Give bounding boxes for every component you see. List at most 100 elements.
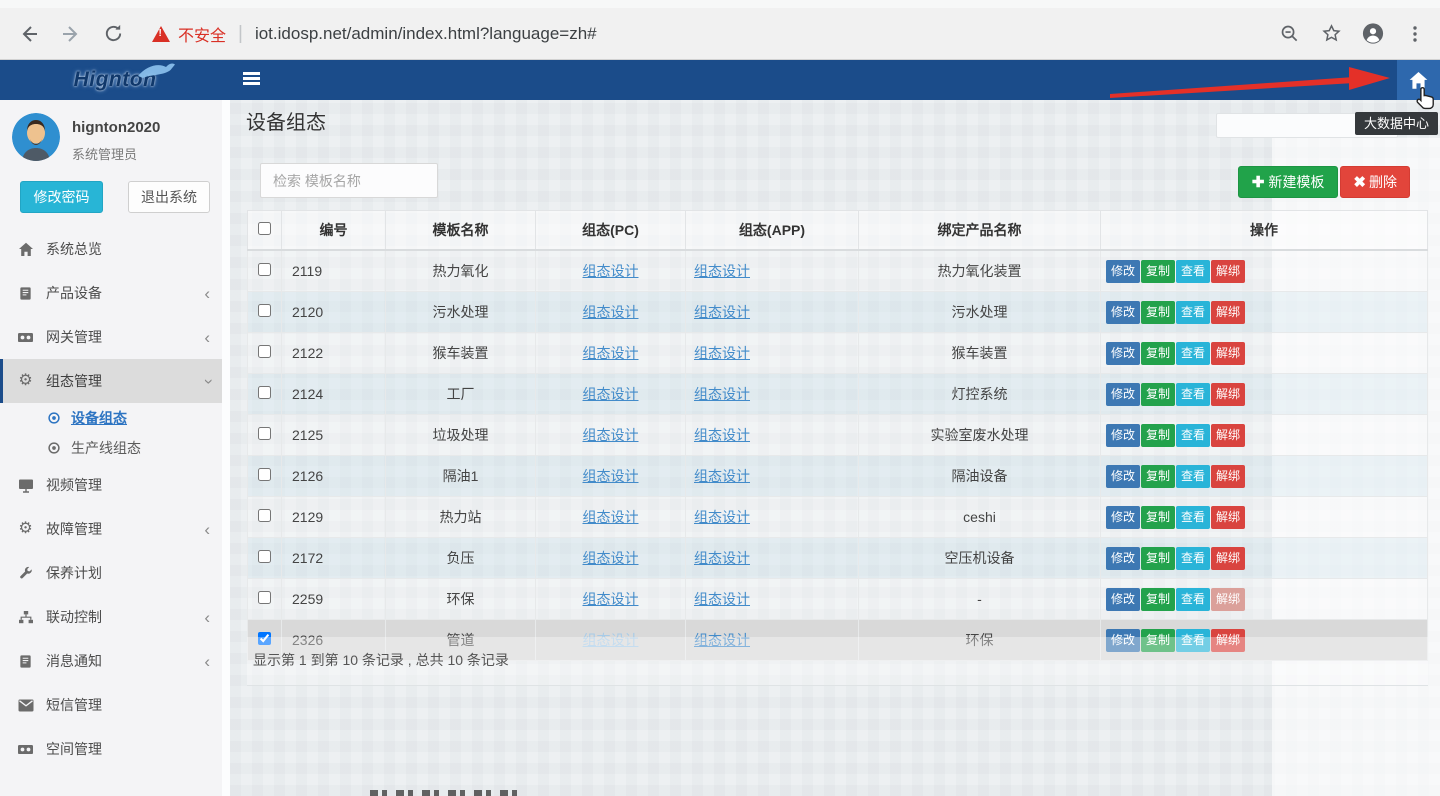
app-config-link[interactable]: 组态设计 xyxy=(694,345,750,361)
zoom-out-icon[interactable] xyxy=(1278,23,1300,45)
pc-config-link[interactable]: 组态设计 xyxy=(583,345,639,361)
app-config-link[interactable]: 组态设计 xyxy=(694,427,750,443)
view-button[interactable]: 查看 xyxy=(1176,342,1210,365)
pagination-info: 显示第 1 到第 10 条记录 , 总共 10 条记录 xyxy=(247,637,1428,686)
row-checkbox[interactable] xyxy=(258,345,271,358)
row-checkbox[interactable] xyxy=(258,509,271,522)
app-config-link[interactable]: 组态设计 xyxy=(694,468,750,484)
copy-button[interactable]: 复制 xyxy=(1141,301,1175,324)
pc-config-link[interactable]: 组态设计 xyxy=(583,304,639,320)
sidebar-item-overview[interactable]: 系统总览 xyxy=(0,227,230,271)
pc-config-link[interactable]: 组态设计 xyxy=(583,509,639,525)
view-button[interactable]: 查看 xyxy=(1176,260,1210,283)
modify-button[interactable]: 修改 xyxy=(1106,260,1140,283)
sidebar-toggle-button[interactable] xyxy=(243,72,260,86)
menu-kebab-icon[interactable] xyxy=(1404,23,1426,45)
modify-button[interactable]: 修改 xyxy=(1106,588,1140,611)
row-checkbox[interactable] xyxy=(258,468,271,481)
unbind-button[interactable]: 解绑 xyxy=(1211,547,1245,570)
cogs-icon: ⚙ xyxy=(17,521,34,538)
row-checkbox[interactable] xyxy=(258,386,271,399)
sidebar-item-products[interactable]: 产品设备‹ xyxy=(0,271,230,315)
modify-button[interactable]: 修改 xyxy=(1106,342,1140,365)
app-config-link[interactable]: 组态设计 xyxy=(694,386,750,402)
select-all-checkbox[interactable] xyxy=(258,222,271,235)
view-button[interactable]: 查看 xyxy=(1176,301,1210,324)
view-button[interactable]: 查看 xyxy=(1176,424,1210,447)
unbind-button[interactable]: 解绑 xyxy=(1211,383,1245,406)
refresh-icon[interactable] xyxy=(102,23,124,45)
sidebar-item-maintenance[interactable]: 保养计划 xyxy=(0,551,230,595)
modify-button[interactable]: 修改 xyxy=(1106,547,1140,570)
view-button[interactable]: 查看 xyxy=(1176,588,1210,611)
modify-button[interactable]: 修改 xyxy=(1106,465,1140,488)
template-name: 热力站 xyxy=(386,497,536,538)
view-button[interactable]: 查看 xyxy=(1176,547,1210,570)
copy-button[interactable]: 复制 xyxy=(1141,383,1175,406)
view-button[interactable]: 查看 xyxy=(1176,465,1210,488)
copy-button[interactable]: 复制 xyxy=(1141,260,1175,283)
copy-button[interactable]: 复制 xyxy=(1141,547,1175,570)
forward-icon[interactable] xyxy=(60,23,82,45)
sidebar-subitem-line-configuration[interactable]: 生产线组态 xyxy=(0,433,230,463)
unbind-button[interactable]: 解绑 xyxy=(1211,506,1245,529)
sidebar-item-gateway[interactable]: 网关管理‹ xyxy=(0,315,230,359)
sidebar-item-configuration[interactable]: ⚙组态管理‹ xyxy=(0,359,230,403)
app-config-link[interactable]: 组态设计 xyxy=(694,591,750,607)
row-checkbox[interactable] xyxy=(258,304,271,317)
address-bar[interactable]: 不安全 | iot.idosp.net/admin/index.html?lan… xyxy=(152,22,1266,46)
row-checkbox[interactable] xyxy=(258,591,271,604)
pc-config-link[interactable]: 组态设计 xyxy=(583,263,639,279)
app-config-link[interactable]: 组态设计 xyxy=(694,263,750,279)
template-id: 2259 xyxy=(282,579,386,620)
row-checkbox[interactable] xyxy=(258,427,271,440)
template-name: 猴车装置 xyxy=(386,333,536,374)
app-config-link[interactable]: 组态设计 xyxy=(694,509,750,525)
profile-icon[interactable] xyxy=(1362,23,1384,45)
delete-button[interactable]: ✖删除 xyxy=(1340,166,1410,198)
unbind-button[interactable]: 解绑 xyxy=(1211,342,1245,365)
bookmark-star-icon[interactable] xyxy=(1320,23,1342,45)
copy-button[interactable]: 复制 xyxy=(1141,424,1175,447)
pc-config-link[interactable]: 组态设计 xyxy=(583,550,639,566)
unbind-button[interactable]: 解绑 xyxy=(1211,424,1245,447)
copy-button[interactable]: 复制 xyxy=(1141,588,1175,611)
row-checkbox[interactable] xyxy=(258,550,271,563)
view-button[interactable]: 查看 xyxy=(1176,506,1210,529)
pc-config-link[interactable]: 组态设计 xyxy=(583,591,639,607)
copy-button[interactable]: 复制 xyxy=(1141,506,1175,529)
unbind-button[interactable]: 解绑 xyxy=(1211,301,1245,324)
pc-config-link[interactable]: 组态设计 xyxy=(583,386,639,402)
sidebar-item-notification[interactable]: 消息通知‹ xyxy=(0,639,230,683)
modify-button[interactable]: 修改 xyxy=(1106,506,1140,529)
sidebar-item-label: 消息通知 xyxy=(46,651,102,671)
back-icon[interactable] xyxy=(18,23,40,45)
copy-button[interactable]: 复制 xyxy=(1141,342,1175,365)
sidebar-item-fault[interactable]: ⚙故障管理‹ xyxy=(0,507,230,551)
modify-button[interactable]: 修改 xyxy=(1106,424,1140,447)
table-row: 2259环保组态设计组态设计-修改复制查看解绑 xyxy=(248,579,1428,620)
sidebar-item-linkage[interactable]: 联动控制‹ xyxy=(0,595,230,639)
pc-config-link[interactable]: 组态设计 xyxy=(583,468,639,484)
modify-button[interactable]: 修改 xyxy=(1106,383,1140,406)
sidebar-subitem-device-configuration[interactable]: 设备组态 xyxy=(0,403,230,433)
row-checkbox[interactable] xyxy=(258,263,271,276)
sidebar-item-video[interactable]: 视频管理 xyxy=(0,463,230,507)
unbind-button[interactable]: 解绑 xyxy=(1211,260,1245,283)
unbind-button[interactable]: 解绑 xyxy=(1211,588,1245,611)
copy-button[interactable]: 复制 xyxy=(1141,465,1175,488)
new-template-button[interactable]: ✚新建模板 xyxy=(1238,166,1339,198)
change-password-button[interactable]: 修改密码 xyxy=(20,181,103,213)
app-config-link[interactable]: 组态设计 xyxy=(694,304,750,320)
logout-button[interactable]: 退出系统 xyxy=(128,181,210,213)
modify-button[interactable]: 修改 xyxy=(1106,301,1140,324)
envelope-icon xyxy=(17,697,34,714)
pc-config-link[interactable]: 组态设计 xyxy=(583,427,639,443)
template-search-input[interactable] xyxy=(260,163,438,198)
app-config-link[interactable]: 组态设计 xyxy=(694,550,750,566)
sidebar-item-sms[interactable]: 短信管理 xyxy=(0,683,230,727)
sidebar-item-label: 保养计划 xyxy=(46,563,102,583)
view-button[interactable]: 查看 xyxy=(1176,383,1210,406)
sidebar-item-space[interactable]: 空间管理 xyxy=(0,727,230,771)
unbind-button[interactable]: 解绑 xyxy=(1211,465,1245,488)
